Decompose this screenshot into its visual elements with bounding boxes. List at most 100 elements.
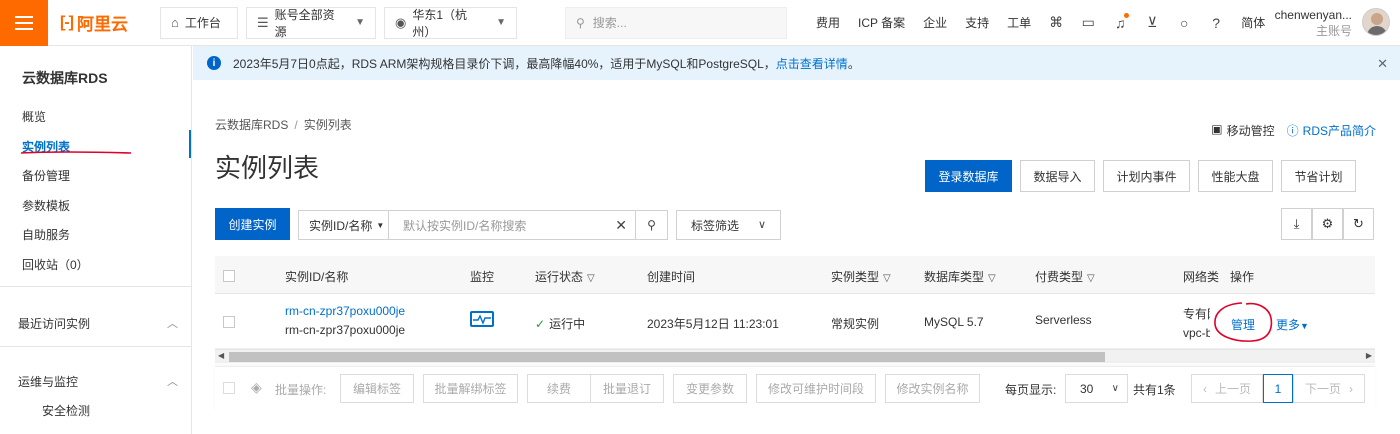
next-page-button[interactable]: 下一页 › xyxy=(1293,374,1365,403)
breadcrumb-rds[interactable]: 云数据库RDS xyxy=(215,118,288,132)
chevron-up-icon: ︿ xyxy=(167,376,178,388)
header-status-label: 运行状态 xyxy=(535,270,584,284)
menu-icon[interactable] xyxy=(0,0,48,46)
search-icon: ⚲ xyxy=(576,15,585,30)
code-icon[interactable]: ⌘ xyxy=(1047,14,1065,32)
nav-icp[interactable]: ICP 备案 xyxy=(858,14,905,31)
sidebar-item-self-service[interactable]: 自助服务 xyxy=(22,226,70,243)
cart-icon[interactable]: ⊻ xyxy=(1143,14,1161,32)
sidebar-group-ops-label: 运维与监控 xyxy=(18,375,79,389)
pay-type: Serverless xyxy=(1035,313,1092,327)
global-search[interactable]: ⚲ 搜索... xyxy=(565,6,787,39)
performance-dashboard-button[interactable]: 性能大盘 xyxy=(1198,160,1273,192)
instance-search-placeholder: 默认按实例ID/名称搜索 xyxy=(403,218,527,233)
sidebar-item-overview[interactable]: 概览 xyxy=(22,108,46,125)
horizontal-scrollbar[interactable]: ◀ ▶ xyxy=(215,349,1375,363)
batch-unsubscribe-button[interactable]: 批量退订 xyxy=(590,374,664,403)
savings-plan-button[interactable]: 节省计划 xyxy=(1281,160,1356,192)
scroll-left-icon[interactable]: ◀ xyxy=(218,351,224,360)
sidebar-divider xyxy=(0,346,191,347)
nav-enterprise[interactable]: 企业 xyxy=(923,14,947,31)
gear-icon[interactable]: ⚙ xyxy=(1312,208,1343,240)
announcement-link[interactable]: 点击查看详情 xyxy=(776,55,848,72)
caret-down-icon: ▼ xyxy=(1300,321,1309,331)
header-status[interactable]: 运行状态 ▽ xyxy=(535,268,595,285)
row-checkbox[interactable] xyxy=(223,316,235,328)
filter-icon[interactable]: ▽ xyxy=(587,273,595,284)
select-all-checkbox[interactable] xyxy=(223,270,235,282)
region-label: 华东1（杭州） xyxy=(412,7,468,39)
create-instance-button[interactable]: 创建实例 xyxy=(215,208,290,240)
footer-select-all-checkbox[interactable] xyxy=(223,382,235,394)
header-instance-type-label: 实例类型 xyxy=(831,270,880,284)
filter-field-select[interactable]: 实例ID/名称 ▼ xyxy=(298,210,388,240)
layers-icon: ◈ xyxy=(251,379,262,395)
header-instance-id: 实例ID/名称 xyxy=(285,270,349,284)
filter-field-label: 实例ID/名称 xyxy=(309,218,373,233)
tag-filter-select[interactable]: 标签筛选 ∨ xyxy=(676,210,781,240)
monitor-chart-icon[interactable] xyxy=(470,311,494,327)
clear-icon[interactable]: ✕ xyxy=(615,217,627,234)
refresh-icon[interactable]: ↻ xyxy=(1343,208,1374,240)
batch-unbind-tags-button[interactable]: 批量解绑标签 xyxy=(423,374,518,403)
avatar[interactable] xyxy=(1362,8,1390,36)
mobile-icon: ▣ xyxy=(1211,122,1223,136)
top-bar: [-] 阿里云 ⌂ 工作台 ☰ 账号全部资源 ▼ ◉ 华东1（杭州） ▼ ⚲ 搜… xyxy=(0,0,1400,46)
renew-button[interactable]: 续费 xyxy=(527,374,591,403)
change-params-button[interactable]: 变更参数 xyxy=(673,374,747,403)
sidebar-item-security-check[interactable]: 安全检测 xyxy=(42,402,90,419)
sidebar-group-recent[interactable]: 最近访问实例 ︿ xyxy=(18,315,178,332)
sidebar-item-recycle-bin[interactable]: 回收站（0） xyxy=(22,256,89,273)
resource-selector[interactable]: ☰ 账号全部资源 ▼ xyxy=(246,6,376,39)
instance-id-link[interactable]: rm-cn-zpr37poxu000je xyxy=(285,304,405,318)
login-database-button[interactable]: 登录数据库 xyxy=(925,160,1012,192)
tag-filter-label: 标签筛选 xyxy=(691,218,740,233)
edit-tags-button[interactable]: 编辑标签 xyxy=(340,374,414,403)
nav-ticket[interactable]: 工单 xyxy=(1007,14,1031,31)
top-nav: 费用 ICP 备案 企业 支持 工单 ⌘ ▭ ♫ ⊻ ○ ? 简体 xyxy=(807,12,1274,32)
nav-support[interactable]: 支持 xyxy=(965,14,989,31)
filter-icon[interactable]: ▽ xyxy=(988,273,996,284)
scrollbar-thumb[interactable] xyxy=(229,352,1105,362)
nav-billing[interactable]: 费用 xyxy=(816,14,840,31)
instance-search-input[interactable]: 默认按实例ID/名称搜索 ✕ ⚲ xyxy=(388,210,668,240)
scroll-right-icon[interactable]: ▶ xyxy=(1366,351,1372,360)
announcement-banner: i 2023年5月7日0点起，RDS ARM架构规格目录价下调，最高降幅40%，… xyxy=(193,46,1400,80)
logo[interactable]: [-] 阿里云 xyxy=(48,0,160,46)
batch-footer: ◈ 批量操作: 编辑标签 批量解绑标签 续费 批量退订 变更参数 修改可维护时间… xyxy=(215,366,1375,412)
more-dropdown[interactable]: 更多▼ xyxy=(1276,316,1309,333)
data-import-button[interactable]: 数据导入 xyxy=(1020,160,1095,192)
terminal-icon[interactable]: ▭ xyxy=(1079,14,1097,32)
planned-events-button[interactable]: 计划内事件 xyxy=(1103,160,1190,192)
header-db-type[interactable]: 数据库类型 ▽ xyxy=(924,268,996,285)
download-icon[interactable]: ⤓ xyxy=(1281,208,1312,240)
rds-intro-link[interactable]: RDS产品简介 xyxy=(1303,122,1376,139)
filter-icon[interactable]: ▽ xyxy=(1087,273,1095,284)
close-icon[interactable]: ✕ xyxy=(1377,56,1388,72)
mobile-console-link[interactable]: 移动管控 xyxy=(1227,122,1275,139)
search-icon[interactable]: ⚲ xyxy=(635,211,667,239)
header-instance-type[interactable]: 实例类型 ▽ xyxy=(831,268,891,285)
breadcrumb: 云数据库RDS / 实例列表 xyxy=(215,116,352,133)
sidebar-group-ops[interactable]: 运维与监控 ︿ xyxy=(18,373,178,390)
region-selector[interactable]: ◉ 华东1（杭州） ▼ xyxy=(384,6,517,39)
user-info[interactable]: chenwenyan... 主账号 xyxy=(1275,7,1352,39)
sidebar-item-backup[interactable]: 备份管理 xyxy=(22,167,70,184)
header-pay-type-label: 付费类型 xyxy=(1035,270,1084,284)
sidebar-item-param-template[interactable]: 参数模板 xyxy=(22,197,70,214)
per-page-select[interactable]: 30 ∨ xyxy=(1065,374,1128,403)
modify-maintenance-window-button[interactable]: 修改可维护时间段 xyxy=(756,374,876,403)
language-switch[interactable]: 简体 xyxy=(1241,14,1265,31)
lightbulb-icon[interactable]: ○ xyxy=(1175,14,1193,32)
prev-page-button[interactable]: ‹ 上一页 xyxy=(1191,374,1263,403)
filter-icon[interactable]: ▽ xyxy=(883,273,891,284)
breadcrumb-separator: / xyxy=(294,118,298,132)
bell-icon[interactable]: ♫ xyxy=(1111,12,1130,32)
modify-instance-name-button[interactable]: 修改实例名称 xyxy=(885,374,980,403)
header-pay-type[interactable]: 付费类型 ▽ xyxy=(1035,268,1095,285)
workbench-button[interactable]: ⌂ 工作台 xyxy=(160,6,238,39)
help-icon[interactable]: ? xyxy=(1207,14,1225,32)
sidebar-divider xyxy=(0,286,191,287)
chevron-down-icon: ∨ xyxy=(757,219,766,231)
page-1-button[interactable]: 1 xyxy=(1263,374,1293,403)
